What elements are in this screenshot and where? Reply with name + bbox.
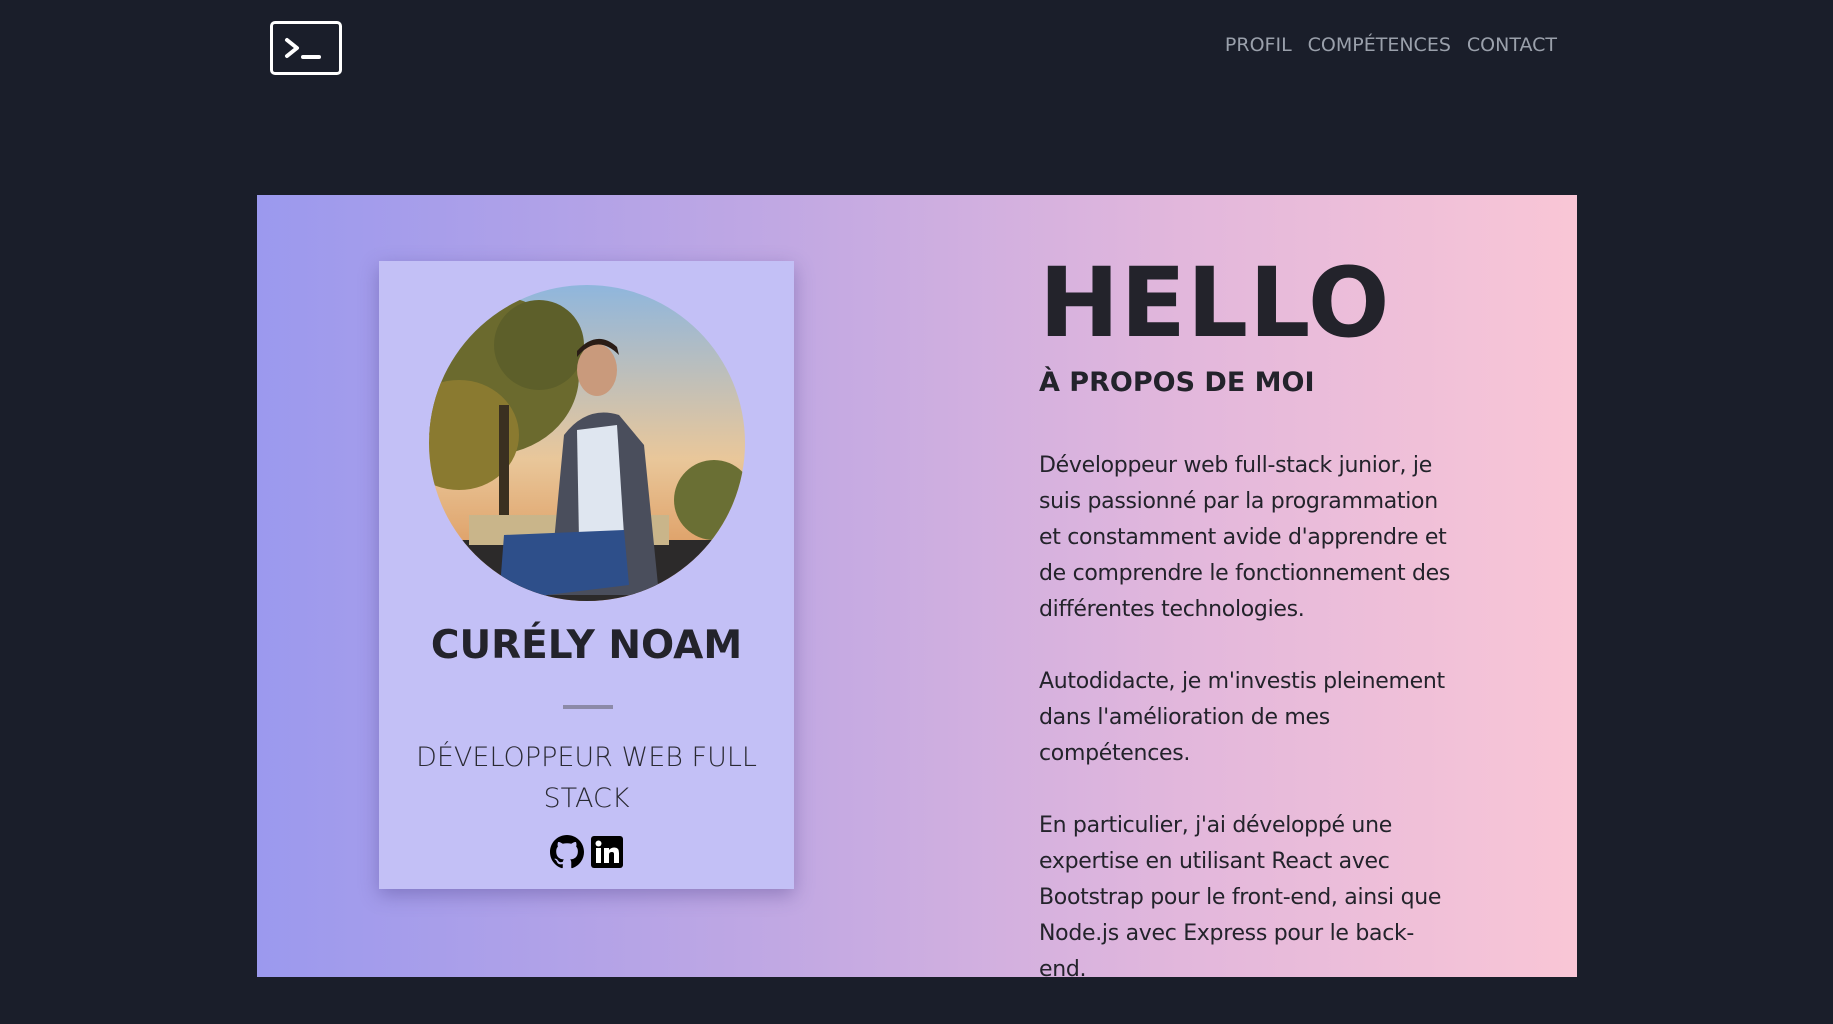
hello-heading: HELLO: [1039, 247, 1391, 359]
navbar: PROFIL COMPÉTENCES CONTACT: [0, 0, 1833, 95]
profile-photo: [429, 285, 745, 601]
divider: [563, 705, 613, 709]
hero-section: CURÉLY NOAM DÉVELOPPEUR WEB FULL STACK H…: [257, 195, 1577, 982]
about-text: Développeur web full-stack junior, je su…: [1039, 412, 1459, 1024]
nav-menu: PROFIL COMPÉTENCES CONTACT: [1225, 34, 1557, 56]
about-paragraph: Autodidacte, je m'investis pleinement da…: [1039, 669, 1445, 766]
nav-link-competences[interactable]: COMPÉTENCES: [1308, 34, 1451, 56]
about-section: HELLO À PROPOS DE MOI Développeur web fu…: [1039, 253, 1459, 1024]
about-paragraph: En particulier, j'ai développé une exper…: [1039, 813, 1442, 982]
nav-link-profil[interactable]: PROFIL: [1225, 34, 1292, 56]
about-title: À PROPOS DE MOI: [1039, 367, 1315, 398]
linkedin-icon[interactable]: [590, 835, 624, 869]
github-icon[interactable]: [549, 835, 584, 869]
nav-link-contact[interactable]: CONTACT: [1467, 34, 1557, 56]
social-links: [379, 835, 794, 869]
profile-card: CURÉLY NOAM DÉVELOPPEUR WEB FULL STACK: [379, 261, 794, 889]
terminal-logo-icon[interactable]: [270, 21, 342, 75]
profile-name: CURÉLY NOAM: [430, 623, 743, 668]
about-paragraph: Développeur web full-stack junior, je su…: [1039, 453, 1451, 622]
profile-role: DÉVELOPPEUR WEB FULL STACK: [416, 742, 757, 814]
